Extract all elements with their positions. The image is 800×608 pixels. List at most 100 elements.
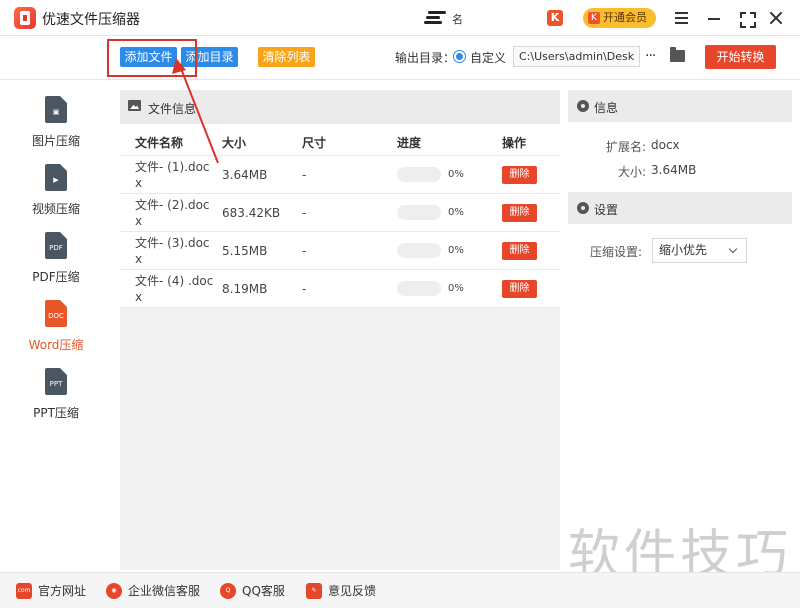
delete-button[interactable]: 删除 [502,166,537,184]
video-file-icon: ▶ [45,164,67,191]
col-size-header: 大小 [222,136,247,150]
file-name-cell: 文件- (1).docx [135,160,210,190]
sidebar-item-2[interactable]: PDF PDF压缩 [0,232,112,292]
sidebar-item-label: Word压缩 [28,338,84,352]
compress-setting-select[interactable]: 缩小优先 [652,238,747,263]
image-icon [128,100,141,111]
start-convert-button[interactable]: 开始转换 [705,45,776,69]
sidebar-item-3[interactable]: DOC Word压缩 [0,300,112,360]
delete-button[interactable]: 删除 [502,242,537,260]
table-row[interactable]: 文件- (1).docx 3.64MB - 0% 删除 [120,156,560,194]
extension-label: 扩展名: [605,140,646,154]
compress-setting-label: 压缩设置: [589,245,642,259]
col-name-header: 文件名称 [135,136,184,150]
col-dim-header: 尺寸 [302,136,327,150]
menu-icon[interactable] [672,8,692,28]
progress-bar [397,281,441,296]
k-badge-icon[interactable]: K [547,10,563,26]
table-row[interactable]: 文件- (2).docx 683.42KB - 0% 删除 [120,194,560,232]
brand-s-icon [424,9,446,27]
app-logo-icon [14,7,36,29]
file-size-cell: 5.15MB [222,244,268,258]
file-dim-cell: - [302,244,307,258]
more-options-icon[interactable]: ··· [645,48,656,64]
sidebar-item-1[interactable]: ▶ 视频压缩 [0,164,112,224]
sidebar-item-4[interactable]: PPT PPT压缩 [0,368,112,428]
footer-link-label: 意见反馈 [328,584,377,598]
table-row[interactable]: 文件- (3).docx 5.15MB - 0% 删除 [120,232,560,270]
ppt-file-icon: PPT [45,368,67,395]
output-dir-label: 输出目录： [395,51,456,65]
size-label: 大小: [617,165,646,179]
progress-bar [397,243,441,258]
settings-title: 设置 [594,203,619,217]
gear-icon [577,100,589,112]
folder-icon[interactable] [670,47,685,62]
close-icon[interactable] [766,8,786,28]
footer-link-label: 官方网址 [38,584,87,598]
extension-value: docx [651,138,680,152]
word-file-icon: DOC [45,300,67,327]
footer-link-2[interactable]: Q QQ客服 [220,583,285,599]
chevron-down-icon [728,244,738,254]
output-path-input[interactable] [513,46,640,67]
pdf-file-icon: PDF [45,232,67,259]
progress-bar [397,205,441,220]
sidebar-item-label: PDF压缩 [32,270,80,284]
settings-gear-icon [577,202,589,214]
title-bar: 优速文件压缩器 名 K K 开通会员 [0,0,800,36]
footer-link-0[interactable]: com 官方网址 [16,583,86,599]
file-name-cell: 文件- (2).docx [135,198,210,228]
nav-icon-glyph: ▣ [52,108,60,116]
file-table: 文件名称 大小 尺寸 进度 操作 文件- (1).docx 3.64MB - 0% 删除… [120,124,560,308]
size-value: 3.64MB [651,163,697,177]
custom-radio[interactable] [453,50,466,63]
sidebar-item-label: 图片压缩 [31,134,80,148]
wechat-icon: ◉ [106,583,122,599]
info-header: 信息 [568,90,792,122]
delete-button[interactable]: 删除 [502,280,537,298]
file-dim-cell: - [302,168,307,182]
file-name-cell: 文件- (3).docx [135,236,210,266]
file-panel-title: 文件信息 [148,102,197,116]
qq-icon: Q [220,583,236,599]
file-panel: 文件信息 文件名称 大小 尺寸 进度 操作 文件- (1).docx 3.64MB… [120,90,560,570]
right-panel: 信息 扩展名: docx 大小: 3.64MB 设置 压缩设置: 缩小优先 [568,90,792,490]
col-progress-header: 进度 [397,136,422,150]
vip-button[interactable]: K 开通会员 [583,8,656,28]
app-title: 优速文件压缩器 [42,12,140,28]
custom-radio-label[interactable]: 自定义 [470,49,506,66]
title-center-text: 名 [452,13,463,26]
delete-button[interactable]: 删除 [502,204,537,222]
nav-icon-glyph: PDF [49,244,63,252]
table-row[interactable]: 文件- (4) .docx 8.19MB - 0% 删除 [120,270,560,308]
sidebar-item-label: 视频压缩 [31,202,80,216]
progress-percent: 0% [448,207,464,218]
progress-percent: 0% [448,283,464,294]
file-dim-cell: - [302,282,307,296]
sidebar-item-0[interactable]: ▣ 图片压缩 [0,96,112,156]
footer-link-label: QQ客服 [242,584,285,598]
compress-setting-value: 缩小优先 [659,243,708,257]
clear-list-button[interactable]: 清除列表 [258,47,315,67]
annotation-highlight-box [107,39,197,77]
website-icon: com [16,583,32,599]
info-title: 信息 [594,101,619,115]
settings-header: 设置 [568,192,792,224]
file-name-cell: 文件- (4) .docx [135,274,214,304]
progress-percent: 0% [448,169,464,180]
sidebar: ▣ 图片压缩 ▶ 视频压缩 PDF PDF压缩 DOC Word压缩 PPT PPT压缩 [0,81,112,569]
progress-percent: 0% [448,245,464,256]
maximize-icon[interactable] [736,8,756,28]
vip-label: 开通会员 [603,11,647,24]
footer: com 官方网址 ◉ 企业微信客服 Q QQ客服 ✎ 意见反馈 [0,572,800,608]
nav-icon-glyph: PPT [49,380,63,388]
file-size-cell: 3.64MB [222,168,268,182]
progress-bar [397,167,441,182]
nav-icon-glyph: DOC [48,312,64,320]
footer-link-3[interactable]: ✎ 意见反馈 [306,583,376,599]
minimize-icon[interactable] [705,8,725,28]
footer-link-1[interactable]: ◉ 企业微信客服 [106,583,200,599]
file-size-cell: 8.19MB [222,282,268,296]
feedback-icon: ✎ [306,583,322,599]
